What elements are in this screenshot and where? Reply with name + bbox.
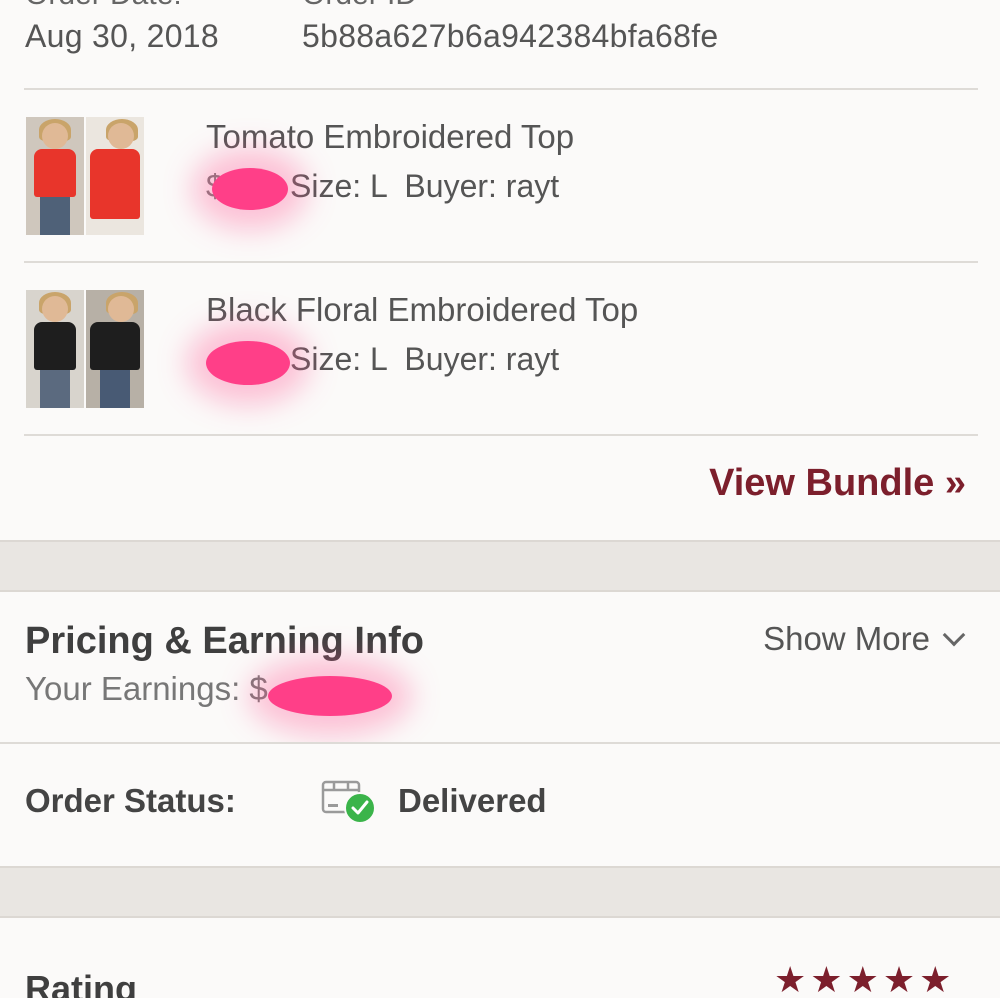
- list-item[interactable]: Black Floral Embroidered Top Size: L Buy…: [0, 263, 1000, 435]
- show-more-button[interactable]: Show More: [763, 620, 966, 658]
- star-icon: ★: [882, 959, 916, 998]
- divider: [24, 434, 978, 436]
- item-thumbnail: [26, 117, 84, 235]
- order-id: 5b88a627b6a942384bfa68fe: [302, 18, 719, 54]
- order-status-label: Order Status:: [25, 782, 236, 819]
- view-bundle-link[interactable]: View Bundle »: [709, 462, 966, 505]
- pricing-card: [0, 592, 1000, 742]
- order-card: Order Date: Order ID Aug 30, 2018 5b88a6…: [0, 0, 1000, 540]
- earnings-label: Your Earnings: $: [25, 670, 268, 707]
- star-icon: ★: [774, 959, 807, 998]
- item-thumbnails[interactable]: [26, 290, 144, 408]
- star-icon: ★: [810, 959, 843, 998]
- item-title: Tomato Embroidered Top: [206, 118, 575, 155]
- chevron-down-icon: [942, 623, 966, 647]
- item-thumbnail: [26, 290, 84, 408]
- order-date: Aug 30, 2018: [25, 18, 219, 54]
- item-thumbnail: [86, 117, 144, 235]
- order-status-value: Delivered: [398, 782, 547, 819]
- section-gap: [0, 540, 1000, 592]
- star-icon: ★: [846, 959, 879, 998]
- star-icon: ★: [919, 959, 952, 998]
- order-id-label: Order ID: [302, 0, 417, 12]
- order-date-label: Order Date:: [25, 0, 182, 12]
- item-size-buyer: Size: L Buyer: rayt: [290, 168, 560, 204]
- item-thumbnail: [86, 290, 144, 408]
- pricing-title: Pricing & Earning Info: [25, 620, 425, 662]
- list-item[interactable]: Tomato Embroidered Top $Size: L Buyer: r…: [0, 90, 1000, 262]
- rating-stars: ★ ★ ★ ★ ★: [774, 962, 951, 998]
- redaction-mark: [268, 676, 392, 716]
- show-more-label: Show More: [763, 620, 930, 657]
- section-gap: [0, 866, 1000, 918]
- item-thumbnails[interactable]: [26, 117, 144, 235]
- rating-title: Rating: [25, 968, 137, 998]
- item-size-buyer: Size: L Buyer: rayt: [290, 341, 560, 377]
- redaction-mark: [206, 341, 290, 385]
- delivered-box-icon: [321, 780, 376, 824]
- item-title: Black Floral Embroidered Top: [206, 291, 639, 328]
- redaction-mark: [212, 168, 288, 210]
